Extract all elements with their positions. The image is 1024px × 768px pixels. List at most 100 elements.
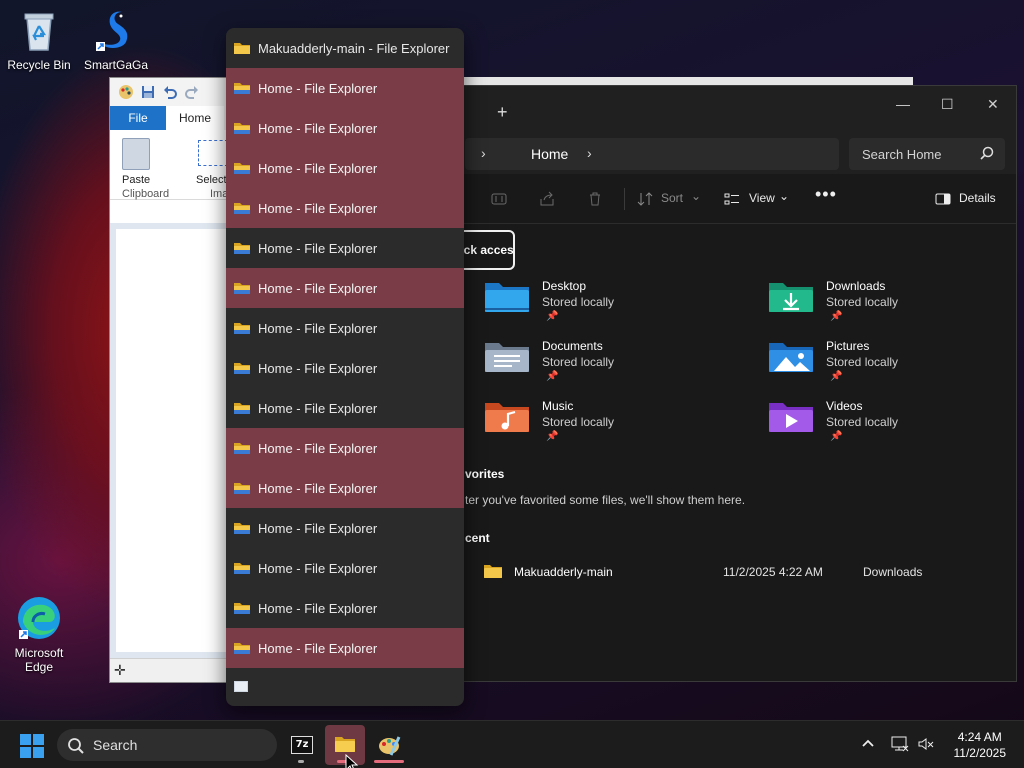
list-item[interactable]: Home - File Explorer xyxy=(226,588,464,628)
folder-icon xyxy=(234,442,250,454)
maximize-icon[interactable]: ☐ xyxy=(941,96,954,113)
list-item[interactable]: Home - File Explorer xyxy=(226,148,464,188)
list-item[interactable]: Home - File Explorer xyxy=(226,548,464,588)
item-name: Videos xyxy=(826,399,863,413)
quick-item-documents[interactable]: Documents Stored locally 📌 xyxy=(484,339,684,389)
taskbar-search-input[interactable]: Search xyxy=(57,729,277,761)
recent-item-location: Downloads xyxy=(863,565,923,579)
paint-window[interactable]: File Home Paste Select Clipboard Ima ✛ xyxy=(109,77,239,683)
details-button[interactable]: Details xyxy=(959,191,996,205)
tab-file[interactable]: File xyxy=(110,106,166,130)
desktop-icon-recycle-bin[interactable]: Recycle Bin xyxy=(1,6,77,72)
list-item[interactable]: Home - File Explorer xyxy=(226,188,464,228)
quick-item-desktop[interactable]: Desktop Stored locally 📌 xyxy=(484,279,684,329)
list-item[interactable]: Home - File Explorer xyxy=(226,348,464,388)
window-title: Home - File Explorer xyxy=(258,560,378,576)
taskbar-search-placeholder: Search xyxy=(93,737,138,753)
view-icon[interactable] xyxy=(724,191,740,207)
folder-icon xyxy=(234,602,250,614)
desktop-icon-smartgaga[interactable]: SmartGaGa xyxy=(78,6,154,72)
list-item[interactable]: Home - File Explorer xyxy=(226,268,464,308)
folder-icon xyxy=(234,242,250,254)
clipboard-group-label: Clipboard xyxy=(122,188,170,200)
network-icon[interactable] xyxy=(891,735,909,756)
list-item[interactable]: Home - File Explorer xyxy=(226,108,464,148)
running-indicator xyxy=(298,760,304,763)
sort-icon[interactable] xyxy=(637,191,653,207)
list-item[interactable]: Home - File Explorer xyxy=(226,388,464,428)
quick-item-music[interactable]: Music Stored locally 📌 xyxy=(484,399,684,449)
paste-button[interactable]: Paste xyxy=(122,174,150,186)
taskbar-app-7zip[interactable]: 7z xyxy=(281,725,321,765)
folder-icon xyxy=(234,202,250,214)
tab-home[interactable]: Home xyxy=(166,106,224,130)
quick-item-pictures[interactable]: Pictures Stored locally 📌 xyxy=(768,339,968,389)
desktop-icon-edge[interactable]: Microsoft Edge xyxy=(1,594,77,674)
list-item[interactable]: Makuadderly-main - File Explorer xyxy=(226,28,464,68)
recent-header[interactable]: cent xyxy=(465,531,490,545)
chevron-up-icon[interactable] xyxy=(860,735,876,754)
select-icon[interactable] xyxy=(198,140,228,166)
list-item[interactable]: Home - File Explorer xyxy=(226,628,464,668)
paint-app-icon[interactable] xyxy=(118,84,134,100)
delete-icon[interactable] xyxy=(587,191,603,207)
taskbar-app-paint[interactable] xyxy=(369,725,409,765)
folder-icon xyxy=(234,82,250,94)
paste-icon[interactable] xyxy=(122,138,150,170)
details-pane-icon[interactable] xyxy=(935,191,951,207)
recent-item-name: Makuadderly-main xyxy=(514,565,613,579)
window-title: Home - File Explorer xyxy=(258,600,378,616)
quick-access-toolbar xyxy=(110,78,238,106)
save-icon[interactable] xyxy=(140,84,156,100)
sevenzip-icon: 7z xyxy=(291,736,313,754)
window-title: Home - File Explorer xyxy=(258,200,378,216)
window-title: Home - File Explorer xyxy=(258,160,378,176)
close-icon[interactable]: ✕ xyxy=(987,96,999,113)
list-item[interactable]: Home - File Explorer xyxy=(226,468,464,508)
videos-folder-icon xyxy=(768,399,814,433)
quick-item-downloads[interactable]: Downloads Stored locally 📌 xyxy=(768,279,968,329)
view-button[interactable]: View xyxy=(749,191,775,205)
breadcrumb-home[interactable]: Home xyxy=(531,146,568,162)
volume-muted-icon[interactable] xyxy=(917,735,935,756)
windows-start-icon[interactable] xyxy=(20,734,44,758)
table-row[interactable]: Makuadderly-main 11/2/2025 4:22 AM Downl… xyxy=(441,558,1016,588)
more-options-button[interactable]: ••• xyxy=(815,184,837,205)
search-input[interactable]: Search Home xyxy=(849,138,1005,170)
list-item[interactable]: Home - File Explorer xyxy=(226,308,464,348)
explorer-nav-bar: › Home › Search Home xyxy=(441,134,1016,174)
address-bar[interactable]: › Home › xyxy=(465,138,839,170)
blank-window-icon[interactable] xyxy=(234,681,248,692)
list-item[interactable]: Home - File Explorer xyxy=(226,508,464,548)
paint-canvas[interactable] xyxy=(116,229,238,652)
sort-button[interactable]: Sort xyxy=(661,191,683,205)
chevron-right-icon[interactable]: › xyxy=(481,145,486,161)
pin-icon: 📌 xyxy=(546,431,559,442)
select-button[interactable]: Select xyxy=(196,174,227,186)
taskbar: Search 7z 4:24 AM 11/2/2025 xyxy=(0,720,1024,768)
list-item[interactable]: Home - File Explorer xyxy=(226,68,464,108)
new-tab-button[interactable]: + xyxy=(497,102,508,123)
list-item[interactable]: Home - File Explorer xyxy=(226,228,464,268)
favorites-header[interactable]: vorites xyxy=(465,467,504,481)
favorites-empty-message: ter you've favorited some files, we'll s… xyxy=(465,493,746,507)
documents-folder-icon xyxy=(484,339,530,373)
file-explorer-window[interactable]: + — ☐ ✕ › Home › Search Home Sort ⌄ View… xyxy=(431,85,1017,682)
item-name: Pictures xyxy=(826,339,870,353)
minimize-icon[interactable]: — xyxy=(896,96,910,112)
rename-icon[interactable] xyxy=(491,191,507,207)
item-subtext: Stored locally xyxy=(542,355,615,369)
desktop-folder-icon xyxy=(484,279,530,313)
toolbar-divider xyxy=(624,188,625,210)
pin-icon: 📌 xyxy=(830,311,843,322)
item-name: Desktop xyxy=(542,279,587,293)
list-item[interactable]: Home - File Explorer xyxy=(226,428,464,468)
redo-icon[interactable] xyxy=(184,84,200,100)
undo-icon[interactable] xyxy=(162,84,178,100)
system-clock[interactable]: 4:24 AM 11/2/2025 xyxy=(954,729,1007,761)
desktop-icon-label: SmartGaGa xyxy=(83,58,149,72)
share-icon[interactable] xyxy=(539,191,555,207)
chevron-right-icon[interactable]: › xyxy=(587,145,592,161)
quick-item-videos[interactable]: Videos Stored locally 📌 xyxy=(768,399,968,449)
pin-icon: 📌 xyxy=(546,371,559,382)
